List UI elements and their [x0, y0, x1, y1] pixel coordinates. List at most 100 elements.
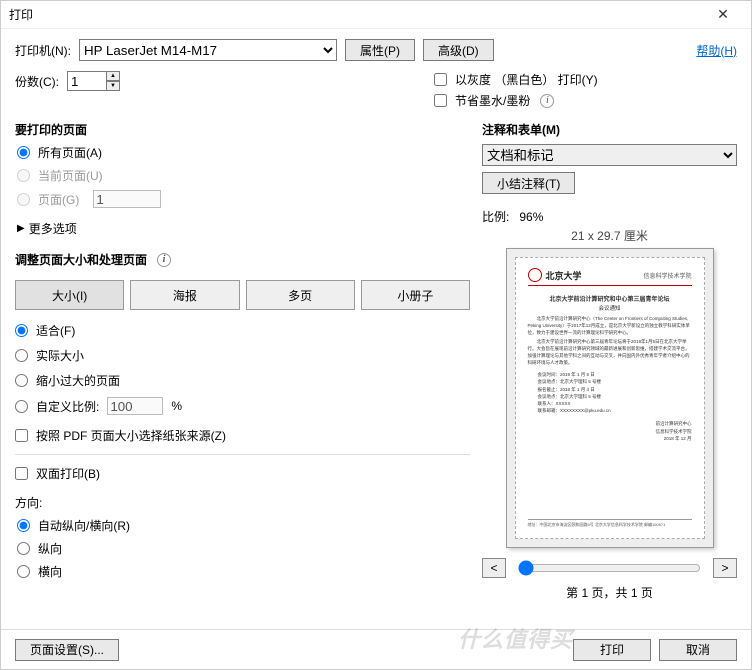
- pages-section-title: 要打印的页面: [15, 121, 470, 138]
- duplex-label: 双面打印(B): [36, 465, 100, 482]
- summarize-comments-button[interactable]: 小结注释(T): [482, 172, 575, 194]
- print-options-column: 以灰度 （黑白色） 打印(Y) 节省墨水/墨粉 i: [434, 71, 598, 109]
- orientation-label: 方向:: [15, 494, 470, 511]
- print-button[interactable]: 打印: [573, 639, 651, 661]
- separator: [15, 454, 470, 455]
- fit-label: 适合(F): [36, 322, 75, 339]
- preview-body-text: 前沿计算研究中心信息科学技术学院2018 年 12 月: [528, 420, 692, 442]
- dialog-body: 打印机(N): HP LaserJet M14-M17 属性(P) 高级(D) …: [1, 29, 751, 629]
- main-columns: 要打印的页面 所有页面(A) 当前页面(U) 页面(G): [15, 117, 737, 621]
- orient-auto-radio[interactable]: [17, 519, 30, 532]
- resize-section-title: 调整页面大小和处理页面 i: [15, 251, 470, 268]
- tab-multi[interactable]: 多页: [246, 280, 355, 310]
- page-range-input: [93, 190, 161, 208]
- copies-spinner: ▲ ▼: [106, 71, 120, 91]
- preview-doc-subtitle: 会议通知: [528, 304, 692, 312]
- preview-scale-row: 比例: 96%: [482, 208, 737, 225]
- right-column: 注释和表单(M) 文档和标记 小结注释(T) 比例: 96% 21 x 29.7…: [482, 117, 737, 621]
- shrink-radio[interactable]: [15, 374, 28, 387]
- printer-label: 打印机(N):: [15, 42, 71, 59]
- resize-section-title-text: 调整页面大小和处理页面: [15, 251, 147, 268]
- advanced-button[interactable]: 高级(D): [423, 39, 494, 61]
- all-pages-radio[interactable]: [17, 146, 30, 159]
- custom-scale-label: 自定义比例:: [36, 398, 99, 415]
- page-indicator: 第 1 页，共 1 页: [482, 584, 737, 601]
- actual-size-radio[interactable]: [15, 349, 28, 362]
- page-range-label: 页面(G): [38, 191, 79, 208]
- preview-institute: 信息科学技术学院: [643, 271, 691, 280]
- info-icon[interactable]: i: [157, 253, 171, 267]
- scale-radio-group: 适合(F) 实际大小 缩小过大的页面 自定义比例: %: [15, 322, 470, 444]
- save-ink-checkbox[interactable]: [434, 94, 447, 107]
- close-icon[interactable]: ✕: [703, 6, 743, 23]
- preview-body-text: 会议时间：2019 年 1 月 5 日 会议地点：北京大学理科 5 号楼 报名截…: [538, 371, 692, 414]
- duplex-row: 双面打印(B): [15, 465, 470, 482]
- page-setup-button[interactable]: 页面设置(S)...: [15, 639, 119, 661]
- copies-row: 份数(C): ▲ ▼ 以灰度 （黑白色） 打印(Y) 节省墨水/墨粉: [15, 71, 737, 109]
- page-slider[interactable]: [518, 560, 701, 576]
- preview-body-text: 北京大学前沿计算研究中心第三届青年论坛将于2019年1月5日在北京大学举行。大会…: [528, 339, 692, 366]
- preview-frame: 北京大学 信息科学技术学院 北京大学前沿计算研究和中心第三届青年论坛 会议通知 …: [506, 248, 714, 548]
- printer-select[interactable]: HP LaserJet M14-M17: [79, 39, 337, 61]
- more-options-label: 更多选项: [29, 220, 77, 237]
- preview-university: 北京大学: [546, 269, 582, 282]
- triangle-right-icon: ▶: [17, 223, 25, 234]
- preview-page: 北京大学 信息科学技术学院 北京大学前沿计算研究和中心第三届青年论坛 会议通知 …: [515, 257, 705, 539]
- preview-doc-title: 北京大学前沿计算研究和中心第三届青年论坛: [528, 294, 692, 303]
- more-options-toggle[interactable]: ▶ 更多选项: [17, 220, 470, 237]
- choose-paper-source-label: 按照 PDF 页面大小选择纸张来源(Z): [36, 427, 226, 444]
- prev-page-button[interactable]: <: [482, 558, 506, 578]
- copies-label: 份数(C):: [15, 73, 59, 90]
- orient-landscape-radio[interactable]: [17, 565, 30, 578]
- shrink-label: 缩小过大的页面: [36, 372, 120, 389]
- help-link[interactable]: 帮助(H): [696, 42, 737, 59]
- grayscale-label: 以灰度 （黑白色） 打印(Y): [455, 71, 598, 88]
- actual-size-label: 实际大小: [36, 347, 84, 364]
- orient-auto-label: 自动纵向/横向(R): [38, 517, 130, 534]
- all-pages-label: 所有页面(A): [38, 144, 102, 161]
- copies-up-button[interactable]: ▲: [106, 71, 120, 81]
- pages-radio-group: 所有页面(A) 当前页面(U) 页面(G) ▶ 更多选项: [17, 144, 470, 237]
- grayscale-checkbox[interactable]: [434, 73, 447, 86]
- next-page-button[interactable]: >: [713, 558, 737, 578]
- dialog-title: 打印: [9, 6, 33, 23]
- copies-down-button[interactable]: ▼: [106, 81, 120, 91]
- copies-input[interactable]: [67, 71, 107, 91]
- preview-scale-value: 96%: [519, 210, 543, 224]
- copies-group: 份数(C): ▲ ▼: [15, 71, 120, 91]
- watermark-text: 什么值得买: [458, 622, 573, 654]
- preview-body-text: 北京大学前沿计算研究中心（The Center on Frontiers of …: [528, 316, 692, 336]
- orient-portrait-label: 纵向: [38, 540, 62, 557]
- custom-scale-radio[interactable]: [15, 400, 28, 413]
- info-icon[interactable]: i: [540, 94, 554, 108]
- save-ink-label: 节省墨水/墨粉: [455, 92, 530, 109]
- custom-scale-input[interactable]: [107, 397, 163, 415]
- choose-paper-source-checkbox[interactable]: [15, 429, 28, 442]
- preview-body-text: 地址：中国北京市海淀区颐和园路5号 北京大学信息科学技术学院 邮编100871: [528, 519, 692, 528]
- preview-nav-row: < >: [482, 558, 737, 578]
- orient-portrait-radio[interactable]: [17, 542, 30, 555]
- orient-landscape-label: 横向: [38, 563, 62, 580]
- current-page-radio: [17, 169, 30, 182]
- logo-icon: [528, 268, 542, 282]
- properties-button[interactable]: 属性(P): [345, 39, 415, 61]
- comments-dropdown[interactable]: 文档和标记: [482, 144, 737, 166]
- tab-poster[interactable]: 海报: [130, 280, 239, 310]
- tab-size[interactable]: 大小(I): [15, 280, 124, 310]
- resize-tabbar: 大小(I) 海报 多页 小册子: [15, 280, 470, 310]
- preview-dimensions: 21 x 29.7 厘米: [482, 227, 737, 244]
- page-range-radio: [17, 193, 30, 206]
- cancel-button[interactable]: 取消: [659, 639, 737, 661]
- print-dialog: 打印 ✕ 打印机(N): HP LaserJet M14-M17 属性(P) 高…: [0, 0, 752, 670]
- comments-section-title: 注释和表单(M): [482, 121, 737, 138]
- duplex-checkbox[interactable]: [15, 467, 28, 480]
- percent-label: %: [171, 399, 182, 413]
- page-slider-wrap: [512, 558, 707, 578]
- printer-row: 打印机(N): HP LaserJet M14-M17 属性(P) 高级(D) …: [15, 39, 737, 61]
- fit-radio[interactable]: [15, 324, 28, 337]
- left-column: 要打印的页面 所有页面(A) 当前页面(U) 页面(G): [15, 117, 470, 621]
- tab-booklet[interactable]: 小册子: [361, 280, 470, 310]
- preview-scale-label: 比例:: [482, 210, 509, 224]
- current-page-label: 当前页面(U): [38, 167, 103, 184]
- dialog-footer: 页面设置(S)... 什么值得买 打印 取消: [1, 629, 751, 669]
